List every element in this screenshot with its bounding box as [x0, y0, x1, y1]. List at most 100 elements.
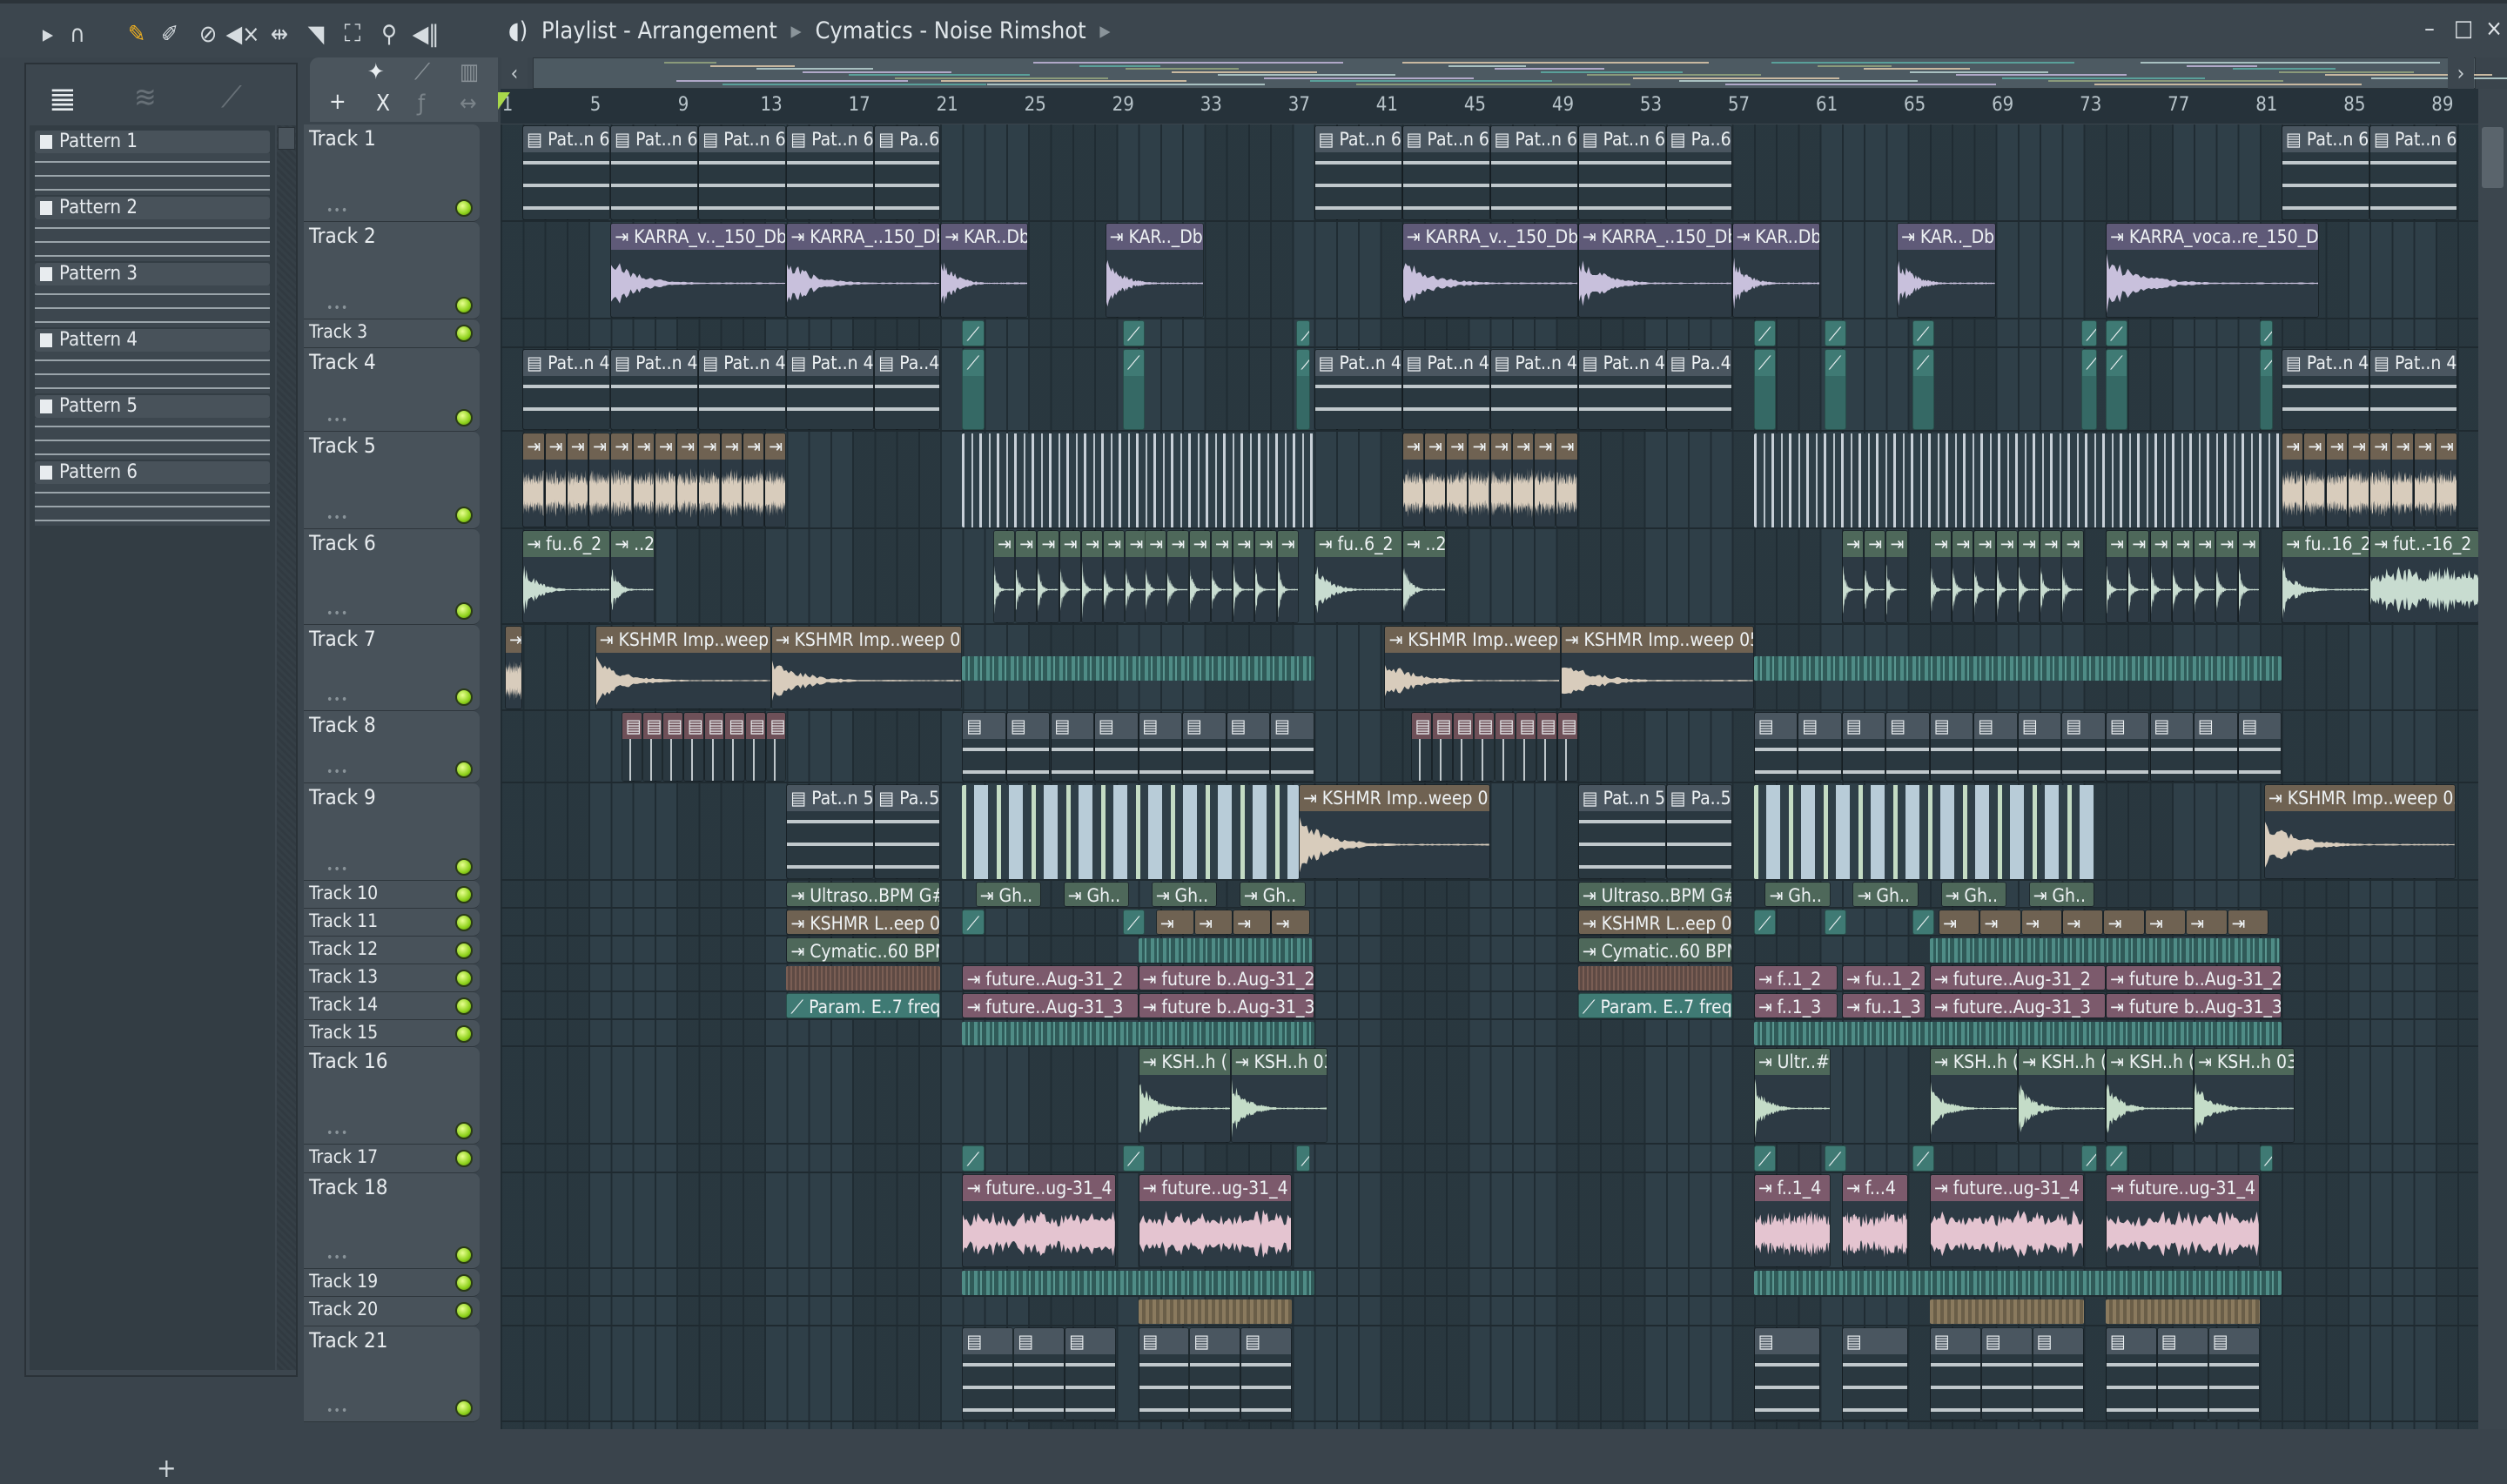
track-header[interactable]: Track 12 — [304, 937, 480, 964]
audio-clip[interactable]: ⇥ — [2326, 433, 2348, 527]
clip-header[interactable]: ▤ — [1982, 1328, 2032, 1354]
pattern-clip[interactable]: ▤ Pa..6 — [1666, 125, 1732, 220]
track-header[interactable]: Track 4 ••• — [304, 348, 480, 432]
clip-header[interactable]: ▤ Pat..n 4 — [2282, 350, 2369, 376]
automation-clip[interactable]: ⟋ — [2260, 1145, 2273, 1172]
audio-clip[interactable]: ⇥ fu..1_3 — [1842, 993, 1926, 1018]
pattern-clip[interactable]: ▤ Pat..n 5 — [786, 784, 874, 879]
audio-clip[interactable]: ⇥ — [2228, 910, 2268, 935]
pattern-clip[interactable]: ▤ Pat..n 6 — [2369, 125, 2457, 220]
automation-clip[interactable]: ⟋ — [1912, 320, 1934, 346]
track-name[interactable]: Track 20 — [309, 1299, 378, 1319]
clip-header[interactable]: ⇥ f..1_4 — [1755, 1175, 1830, 1201]
automation-clip[interactable]: ⟋ — [962, 1145, 984, 1172]
track-name[interactable]: Track 1 — [309, 126, 376, 151]
clip-header[interactable]: ⟋ — [1124, 350, 1144, 376]
audio-clip[interactable]: ⇥ Ultr..# — [1754, 1048, 1831, 1143]
audio-clip[interactable]: ⇥ — [2194, 530, 2215, 623]
clip-header[interactable]: ⇥ Ultraso..BPM G# — [787, 883, 939, 907]
clip-header[interactable]: ⇥ — [1886, 531, 1906, 557]
audio-clip[interactable]: ⇥ KAR..Db — [940, 223, 1028, 318]
audio-clip[interactable]: ⇥ KAR.._Db — [1106, 223, 1205, 318]
audio-clip[interactable]: ⇥ — [1037, 530, 1059, 623]
automation-clip[interactable]: ⟋ — [1296, 349, 1309, 430]
current-item-title[interactable]: Cymatics - Noise Rimshot — [815, 17, 1085, 44]
track-header[interactable]: Track 1 ••• — [304, 124, 480, 222]
track-name[interactable]: Track 16 — [309, 1049, 387, 1073]
audio-clip[interactable]: ⇥ — [1271, 910, 1309, 935]
clip-header[interactable]: ⟋ — [1825, 350, 1845, 376]
pattern-clip[interactable]: ▤ — [1474, 712, 1495, 782]
window-title[interactable]: Playlist - Arrangement — [541, 17, 777, 44]
clip-header[interactable]: ⟋ — [1297, 350, 1308, 376]
clip-hits[interactable] — [962, 785, 1298, 879]
audio-clip[interactable]: ⇥ KARRA_..150_Db — [1578, 223, 1732, 318]
clip-header[interactable]: ⇥ Gh.. — [1853, 883, 1918, 907]
pattern-clip[interactable]: ▤ — [766, 712, 787, 782]
audio-clip[interactable]: ⇥ — [2061, 530, 2083, 623]
pattern-clip[interactable]: ▤ — [1885, 712, 1930, 782]
playback-icon[interactable]: ◀‖ — [411, 19, 440, 49]
pattern-clip[interactable]: ▤ — [1842, 712, 1886, 782]
audio-clip[interactable]: ⇥ — [1939, 910, 1979, 935]
pattern-clip[interactable]: ▤ Pat..n 6 — [610, 125, 698, 220]
pattern-clip[interactable]: ▤ — [2194, 712, 2238, 782]
track-mute-button[interactable] — [455, 297, 473, 314]
automation-clip[interactable]: ⟋ — [962, 910, 984, 935]
clip-header[interactable]: ▤ — [705, 713, 724, 739]
clip-header[interactable]: ▤ — [2158, 1328, 2208, 1354]
clip-header[interactable]: ⇥ — [1425, 433, 1445, 460]
clip-header[interactable]: ▤ Pa..4 — [875, 350, 939, 376]
clip-header[interactable]: ⇥ — [1865, 531, 1885, 557]
pattern-clip[interactable]: ▤ — [622, 712, 642, 782]
audio-clip[interactable]: ⇥ — [1468, 433, 1489, 527]
clip-header[interactable]: ⇥ KSH..h ( — [1139, 1049, 1230, 1075]
track-options-icon[interactable]: ••• — [326, 413, 348, 427]
audio-clip[interactable]: ⇥ — [1996, 530, 2018, 623]
track-name[interactable]: Track 5 — [309, 433, 376, 458]
pattern-header[interactable]: Pattern 6 — [35, 461, 270, 484]
automation-clip[interactable]: ⟋ — [1123, 320, 1145, 346]
clip-header[interactable]: ⇥ — [1212, 531, 1232, 557]
audio-clip[interactable]: ⇥ KSHMR Imp..weep ( — [595, 626, 771, 709]
automation-clip[interactable]: ⟋ — [2081, 1145, 2097, 1172]
clip-header[interactable]: ⇥ Gh.. — [2030, 883, 2094, 907]
clip-header[interactable]: ⇥ future b..Aug-31_2 — [2107, 966, 2281, 990]
clip-header[interactable]: ⟋ — [1124, 1146, 1144, 1172]
clip-header[interactable]: ⇥ Cymatic..60 BPM — [787, 938, 939, 963]
clip-header[interactable]: ⇥ — [2151, 531, 2171, 557]
pattern-clip[interactable]: ▤ — [683, 712, 704, 782]
track-mute-button[interactable] — [455, 914, 473, 931]
track-mute-button[interactable] — [455, 1302, 473, 1319]
clip-hits[interactable] — [1754, 433, 2282, 527]
clip-header[interactable]: ⟋ — [963, 321, 983, 346]
clip-header[interactable]: ⇥ KSH..h 03 — [2194, 1049, 2294, 1075]
clip-header[interactable]: ▤ — [2019, 713, 2061, 739]
clip-header[interactable]: ⇥ — [655, 433, 675, 460]
pattern-clip[interactable]: ▤ — [1973, 712, 2018, 782]
clip-header[interactable]: ▤ Pa..5 — [875, 785, 939, 811]
clip-header[interactable]: ▤ — [1271, 713, 1314, 739]
pattern-clip[interactable]: ▤ Pa..4 — [874, 349, 940, 430]
pattern-clip[interactable]: ▤ — [962, 1327, 1013, 1420]
audio-clip[interactable]: ⇥ — [1233, 910, 1271, 935]
audio-clip[interactable]: ⇥ — [2150, 530, 2172, 623]
clip-header[interactable]: ⟋ — [1124, 910, 1144, 935]
pattern-clip[interactable]: ▤ — [1139, 712, 1183, 782]
clip-header[interactable]: ⇥ — [1535, 433, 1555, 460]
clip-header[interactable]: ⇥ — [1953, 531, 1973, 557]
playlist-grid[interactable]: ▤ Pat..n 6 ▤ Pat..n 6 ▤ Pat..n 6 ▤ Pat..n 6… — [501, 124, 2478, 1429]
pattern-list-scrollbar[interactable] — [277, 125, 296, 1370]
audio-clip[interactable]: ⇥ — [2282, 433, 2303, 527]
clip-header[interactable]: ⟋ — [1297, 321, 1308, 346]
pattern-header[interactable]: Pattern 3 — [35, 263, 270, 285]
track-mute-button[interactable] — [455, 970, 473, 987]
audio-clip[interactable]: ⇥ KSHMR Imp..weep 05 — [771, 626, 963, 709]
clip-header[interactable]: ▤ Pat..n 6 — [2370, 126, 2457, 152]
clip-header[interactable]: ⇥ fu..6_2 — [523, 531, 609, 557]
clip-hits[interactable] — [1754, 1022, 2282, 1045]
stretch-icon[interactable]: ↔ — [460, 91, 477, 117]
audio-clip[interactable]: ⇥ future..Aug-31_2 — [962, 965, 1138, 990]
track-header[interactable]: Track 21 ••• — [304, 1326, 480, 1422]
clip-header[interactable]: ▤ — [1183, 713, 1226, 739]
